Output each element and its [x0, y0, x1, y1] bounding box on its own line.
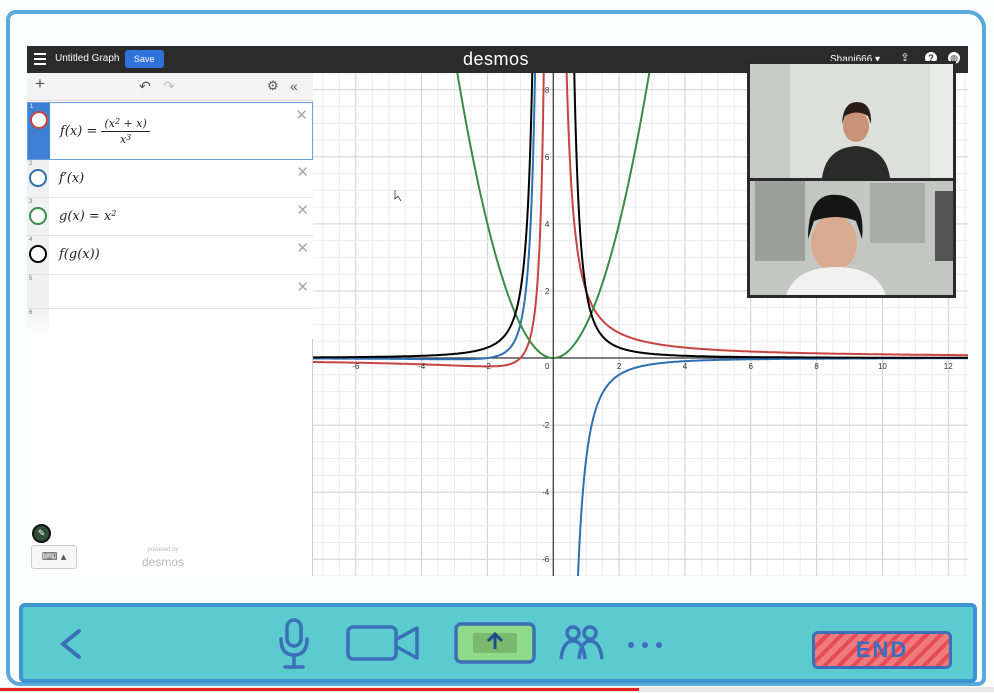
x-tick-label: 10	[878, 362, 887, 371]
y-tick-label: 4	[545, 220, 550, 229]
sine-wave-icon[interactable]	[29, 207, 47, 225]
y-tick-label: 8	[545, 86, 550, 95]
menu-icon[interactable]	[34, 53, 46, 65]
keyboard-toggle-button[interactable]: ⌨ ▴	[31, 545, 77, 569]
call-control-bar: END	[19, 603, 977, 683]
expression-index: 2	[29, 161, 33, 167]
powered-by-desmos: powered by desmos	[142, 544, 184, 568]
video-camera-icon[interactable]	[345, 623, 421, 663]
screen: Untitled Graph Save desmos Shani666 ▾ ⇪ …	[0, 0, 994, 693]
expression-latex[interactable]: f(x) = (x2 + x) x3	[60, 117, 150, 146]
y-tick-label: 6	[545, 153, 550, 162]
x-tick-label: 0	[545, 362, 550, 371]
expression-row-1[interactable]: 1 f(x) = (x2 + x) x3 ✕	[27, 102, 313, 160]
expression-index: 1	[30, 104, 34, 110]
delete-expression-icon[interactable]: ✕	[296, 163, 309, 181]
expression-index: 5	[29, 276, 33, 282]
video-progress-bar[interactable]	[0, 687, 994, 692]
expression-index: 3	[29, 199, 33, 205]
expression-toolbar: + ↶ ↷ ⚙ «	[27, 73, 313, 101]
delete-expression-icon[interactable]: ✕	[296, 278, 309, 296]
y-tick-label: -2	[542, 421, 550, 430]
graph-title[interactable]: Untitled Graph	[55, 53, 119, 64]
expression-panel: + ↶ ↷ ⚙ « 1 f(x) = (x2 + x) x3 ✕ 2 f′(x)…	[27, 73, 313, 576]
numerator-base: (x	[104, 117, 115, 130]
share-screen-icon[interactable]	[453, 621, 537, 665]
video-progress-fill	[0, 688, 640, 691]
sine-wave-icon[interactable]	[29, 245, 47, 263]
save-button[interactable]: Save	[125, 50, 164, 68]
x-tick-label: 6	[749, 362, 754, 371]
numerator-tail: + x)	[120, 117, 147, 130]
mouse-cursor-icon	[394, 190, 402, 202]
expression-row-2[interactable]: 2 f′(x) ✕	[27, 160, 313, 198]
settings-gear-icon[interactable]: ⚙	[267, 78, 279, 94]
participant-video-2[interactable]	[747, 178, 956, 298]
expr-text: g(x) = x	[59, 209, 112, 224]
expression-latex[interactable]: g(x) = x2	[59, 209, 116, 224]
end-call-button[interactable]: END	[812, 631, 952, 669]
desmos-logo: desmos	[463, 49, 530, 69]
y-tick-label: -6	[542, 555, 550, 564]
x-tick-label: 12	[944, 362, 953, 371]
expression-row-5[interactable]: 5 ✕	[27, 275, 313, 309]
expr-exponent: 2	[111, 209, 117, 218]
delete-expression-icon[interactable]: ✕	[296, 239, 309, 257]
denominator-exponent: 3	[126, 133, 132, 142]
expr-lhs: f(x) =	[60, 124, 98, 139]
add-expression-icon[interactable]: +	[35, 75, 45, 92]
x-tick-label: -6	[352, 362, 360, 371]
expression-latex[interactable]: f(g(x))	[59, 247, 100, 262]
fraction: (x2 + x) x3	[101, 117, 150, 146]
x-tick-label: -4	[418, 362, 426, 371]
pen-icon[interactable]: ✎	[32, 524, 51, 543]
participants-icon[interactable]	[559, 621, 605, 661]
back-arrow-icon[interactable]	[57, 627, 85, 661]
delete-expression-icon[interactable]: ✕	[295, 106, 308, 124]
sine-wave-icon[interactable]	[29, 169, 47, 187]
collapse-panel-icon[interactable]: «	[290, 78, 298, 94]
more-options-icon[interactable]	[627, 641, 663, 649]
expression-latex[interactable]: f′(x)	[59, 171, 84, 186]
delete-expression-icon[interactable]: ✕	[296, 201, 309, 219]
participant-video-1[interactable]	[747, 61, 956, 181]
y-tick-label: 2	[545, 287, 550, 296]
expression-row-4[interactable]: 4 f(g(x)) ✕	[27, 236, 313, 275]
x-tick-label: 4	[683, 362, 688, 371]
powered-by-brand: desmos	[142, 555, 185, 569]
sine-wave-icon[interactable]	[30, 111, 48, 129]
expression-index: 4	[29, 237, 33, 243]
redo-icon[interactable]: ↷	[163, 78, 175, 94]
microphone-icon[interactable]	[277, 617, 311, 673]
undo-icon[interactable]: ↶	[139, 78, 151, 94]
x-tick-label: -2	[484, 362, 492, 371]
x-tick-label: 2	[617, 362, 622, 371]
expression-index: 6	[29, 310, 33, 316]
x-tick-label: 8	[814, 362, 819, 371]
expression-row-6[interactable]: 6	[27, 309, 313, 339]
expression-row-3[interactable]: 3 g(x) = x2 ✕	[27, 198, 313, 236]
y-tick-label: -4	[542, 488, 550, 497]
